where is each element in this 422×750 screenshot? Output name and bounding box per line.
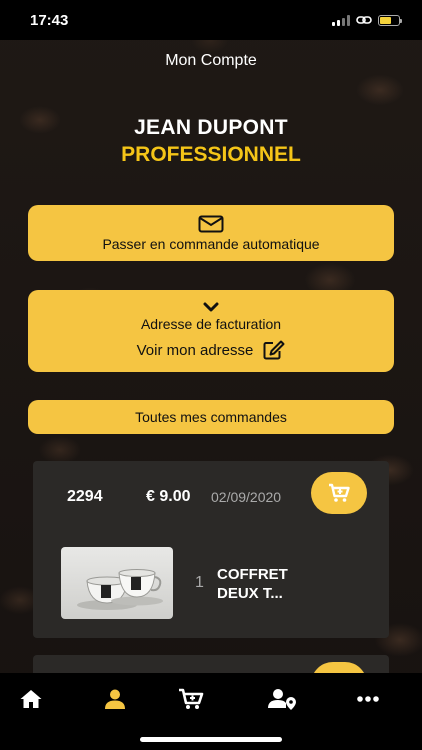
product-name: COFFRET DEUX T...: [217, 566, 288, 602]
cart-icon: [179, 688, 204, 709]
status-icons: [332, 14, 402, 26]
home-icon: [20, 690, 42, 708]
edit-icon: [263, 340, 285, 360]
all-orders-button[interactable]: Toutes mes commandes: [28, 400, 394, 434]
chevron-down-icon: [203, 302, 219, 312]
tab-home[interactable]: [11, 685, 51, 713]
tab-user-location[interactable]: [263, 685, 303, 713]
tab-more[interactable]: [348, 685, 388, 713]
user-location-icon: [268, 689, 296, 710]
order-card[interactable]: 2294 € 9.00 02/09/2020 1 COFFRET DEUX T.…: [33, 461, 389, 638]
item-quantity: 1: [195, 574, 204, 591]
battery-icon: [378, 14, 402, 26]
order-date: 02/09/2020: [211, 489, 282, 505]
tab-account[interactable]: [95, 685, 135, 713]
billing-address-label: Adresse de facturation: [140, 316, 282, 332]
auto-order-button[interactable]: Passer en commande automatique: [28, 205, 394, 261]
user-type: PROFESSIONNEL: [121, 143, 301, 166]
account-icon: [105, 689, 125, 709]
billing-address-button[interactable]: Adresse de facturation Voir mon adresse: [28, 290, 394, 372]
user-name: JEAN DUPONT: [134, 116, 288, 139]
view-address-label: Voir mon adresse: [136, 341, 254, 359]
product-image: [61, 547, 173, 619]
page-title: Mon Compte: [165, 52, 257, 69]
order-id: 2294: [67, 488, 103, 505]
auto-order-label: Passer en commande automatique: [102, 235, 320, 252]
link-icon: [356, 16, 372, 24]
status-time: 17:43: [30, 11, 69, 29]
reorder-cart-button[interactable]: [311, 472, 367, 514]
mail-icon: [198, 215, 224, 232]
signal-icon: [332, 14, 350, 26]
home-indicator[interactable]: [140, 737, 282, 742]
order-price: € 9.00: [146, 488, 191, 505]
cart-icon: [329, 483, 350, 502]
view-address-link[interactable]: Voir mon adresse: [137, 340, 286, 360]
tab-cart[interactable]: [171, 685, 211, 713]
status-bar: 17:43: [0, 0, 422, 40]
more-icon: [357, 696, 379, 702]
all-orders-label: Toutes mes commandes: [135, 409, 287, 425]
